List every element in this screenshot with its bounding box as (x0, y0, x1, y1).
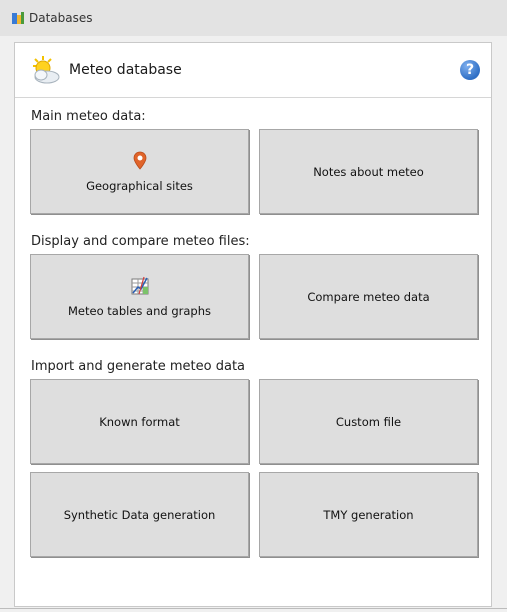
database-icon (12, 12, 24, 24)
geographical-sites-button[interactable]: Geographical sites (30, 129, 249, 214)
sun-cloud-icon (33, 56, 60, 84)
synthetic-data-generation-label: Synthetic Data generation (63, 507, 216, 522)
title-bar: Databases (0, 0, 507, 36)
section-label-display: Display and compare meteo files: (31, 234, 250, 249)
section-label-main: Main meteo data: (31, 109, 146, 124)
panel-header: Meteo database ? (15, 43, 491, 98)
table-graph-icon (131, 276, 148, 294)
known-format-label: Known format (99, 414, 180, 429)
help-icon[interactable]: ? (460, 60, 480, 80)
panel-title: Meteo database (69, 62, 182, 78)
meteo-tables-graphs-button[interactable]: Meteo tables and graphs (30, 254, 249, 339)
meteo-database-panel: Meteo database ? Main meteo data: Geogra… (14, 42, 492, 607)
compare-meteo-data-label: Compare meteo data (307, 289, 430, 304)
synthetic-data-generation-button[interactable]: Synthetic Data generation (30, 472, 249, 557)
compare-meteo-data-button[interactable]: Compare meteo data (259, 254, 478, 339)
window-bottom-border (0, 608, 507, 609)
section-label-import: Import and generate meteo data (31, 359, 246, 374)
tmy-generation-button[interactable]: TMY generation (259, 472, 478, 557)
geographical-sites-label: Geographical sites (86, 178, 193, 193)
notes-about-meteo-button[interactable]: Notes about meteo (259, 129, 478, 214)
notes-about-meteo-label: Notes about meteo (313, 164, 424, 179)
window-title: Databases (29, 11, 93, 25)
meteo-tables-graphs-label: Meteo tables and graphs (68, 303, 211, 318)
custom-file-button[interactable]: Custom file (259, 379, 478, 464)
custom-file-label: Custom file (335, 414, 402, 429)
known-format-button[interactable]: Known format (30, 379, 249, 464)
tmy-generation-label: TMY generation (323, 507, 414, 522)
map-pin-icon (133, 151, 146, 170)
